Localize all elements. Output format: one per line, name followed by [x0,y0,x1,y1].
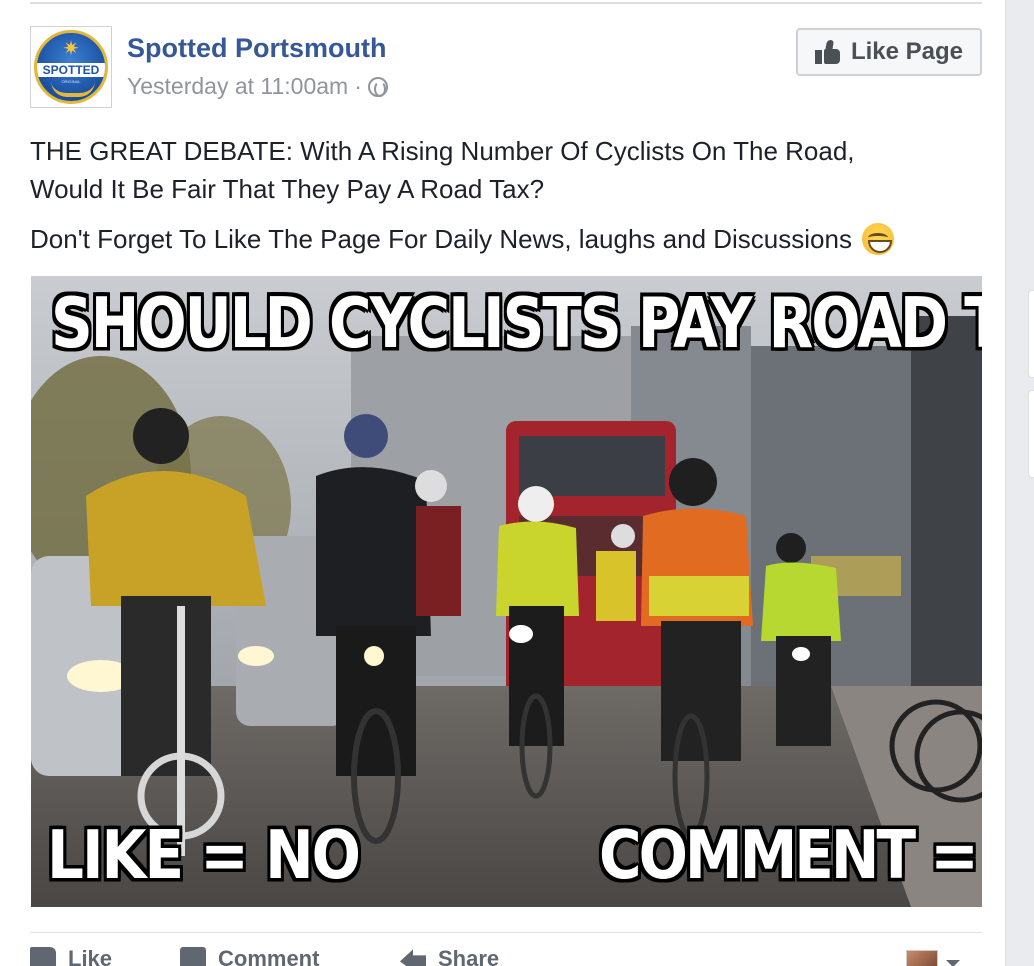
post-text-line-3-wrap: Don't Forget To Like The Page For Daily … [30,220,990,258]
meme-caption-like: LIKE = NO [47,816,361,895]
chevron-down-icon[interactable] [946,960,960,966]
top-divider [30,2,982,4]
share-label: Share [438,946,500,966]
like-label: Like [68,946,113,966]
star-icon: ✷ [62,38,80,60]
post-meta: Yesterday at 11:00am · [127,73,388,100]
share-icon [400,949,426,966]
post-action-bar: Like Comment Share [30,946,982,966]
like-page-label: Like Page [850,38,964,65]
page-avatar[interactable]: ✷ SPOTTED ORIGINAL [30,26,112,108]
meme-caption-top: SHOULD CYCLISTS PAY ROAD TAX? [51,282,982,364]
post-text-line-3: Don't Forget To Like The Page For Daily … [30,224,852,254]
viewer-avatar[interactable] [906,950,938,966]
post-card: ✷ SPOTTED ORIGINAL Spotted Portsmouth Ye… [0,0,1006,966]
side-panel-edge [1028,390,1034,478]
cyclists-photo [31,276,982,907]
side-panel-edge [1028,290,1034,378]
post-text-line-2: Would It Be Fair That They Pay A Road Ta… [30,174,545,204]
meta-separator: · [354,73,362,99]
comment-button[interactable]: Comment [180,946,319,966]
post-text-line-1: THE GREAT DEBATE: With A Rising Number O… [30,136,855,166]
grinning-face-icon [861,223,894,255]
post-text: THE GREAT DEBATE: With A Rising Number O… [30,132,990,258]
globe-icon[interactable] [367,76,388,97]
meme-caption-comment: COMMENT = YES [599,816,982,895]
share-button[interactable]: Share [400,946,499,966]
thumbs-up-icon [30,947,56,966]
thumbs-up-icon [814,40,841,64]
page-logo: ✷ SPOTTED ORIGINAL [34,30,108,104]
comment-icon [180,947,206,966]
logo-arc [51,81,95,97]
post-image[interactable]: SHOULD CYCLISTS PAY ROAD TAX? LIKE = NO … [31,276,982,907]
like-button[interactable]: Like [30,946,112,966]
like-page-button[interactable]: Like Page [796,28,982,76]
page-name-link[interactable]: Spotted Portsmouth [127,33,386,64]
right-gutter [1006,0,1034,966]
comment-label: Comment [218,946,320,966]
logo-text: SPOTTED [37,63,105,77]
post-timestamp[interactable]: Yesterday at 11:00am [127,73,348,100]
actions-divider [30,932,982,933]
